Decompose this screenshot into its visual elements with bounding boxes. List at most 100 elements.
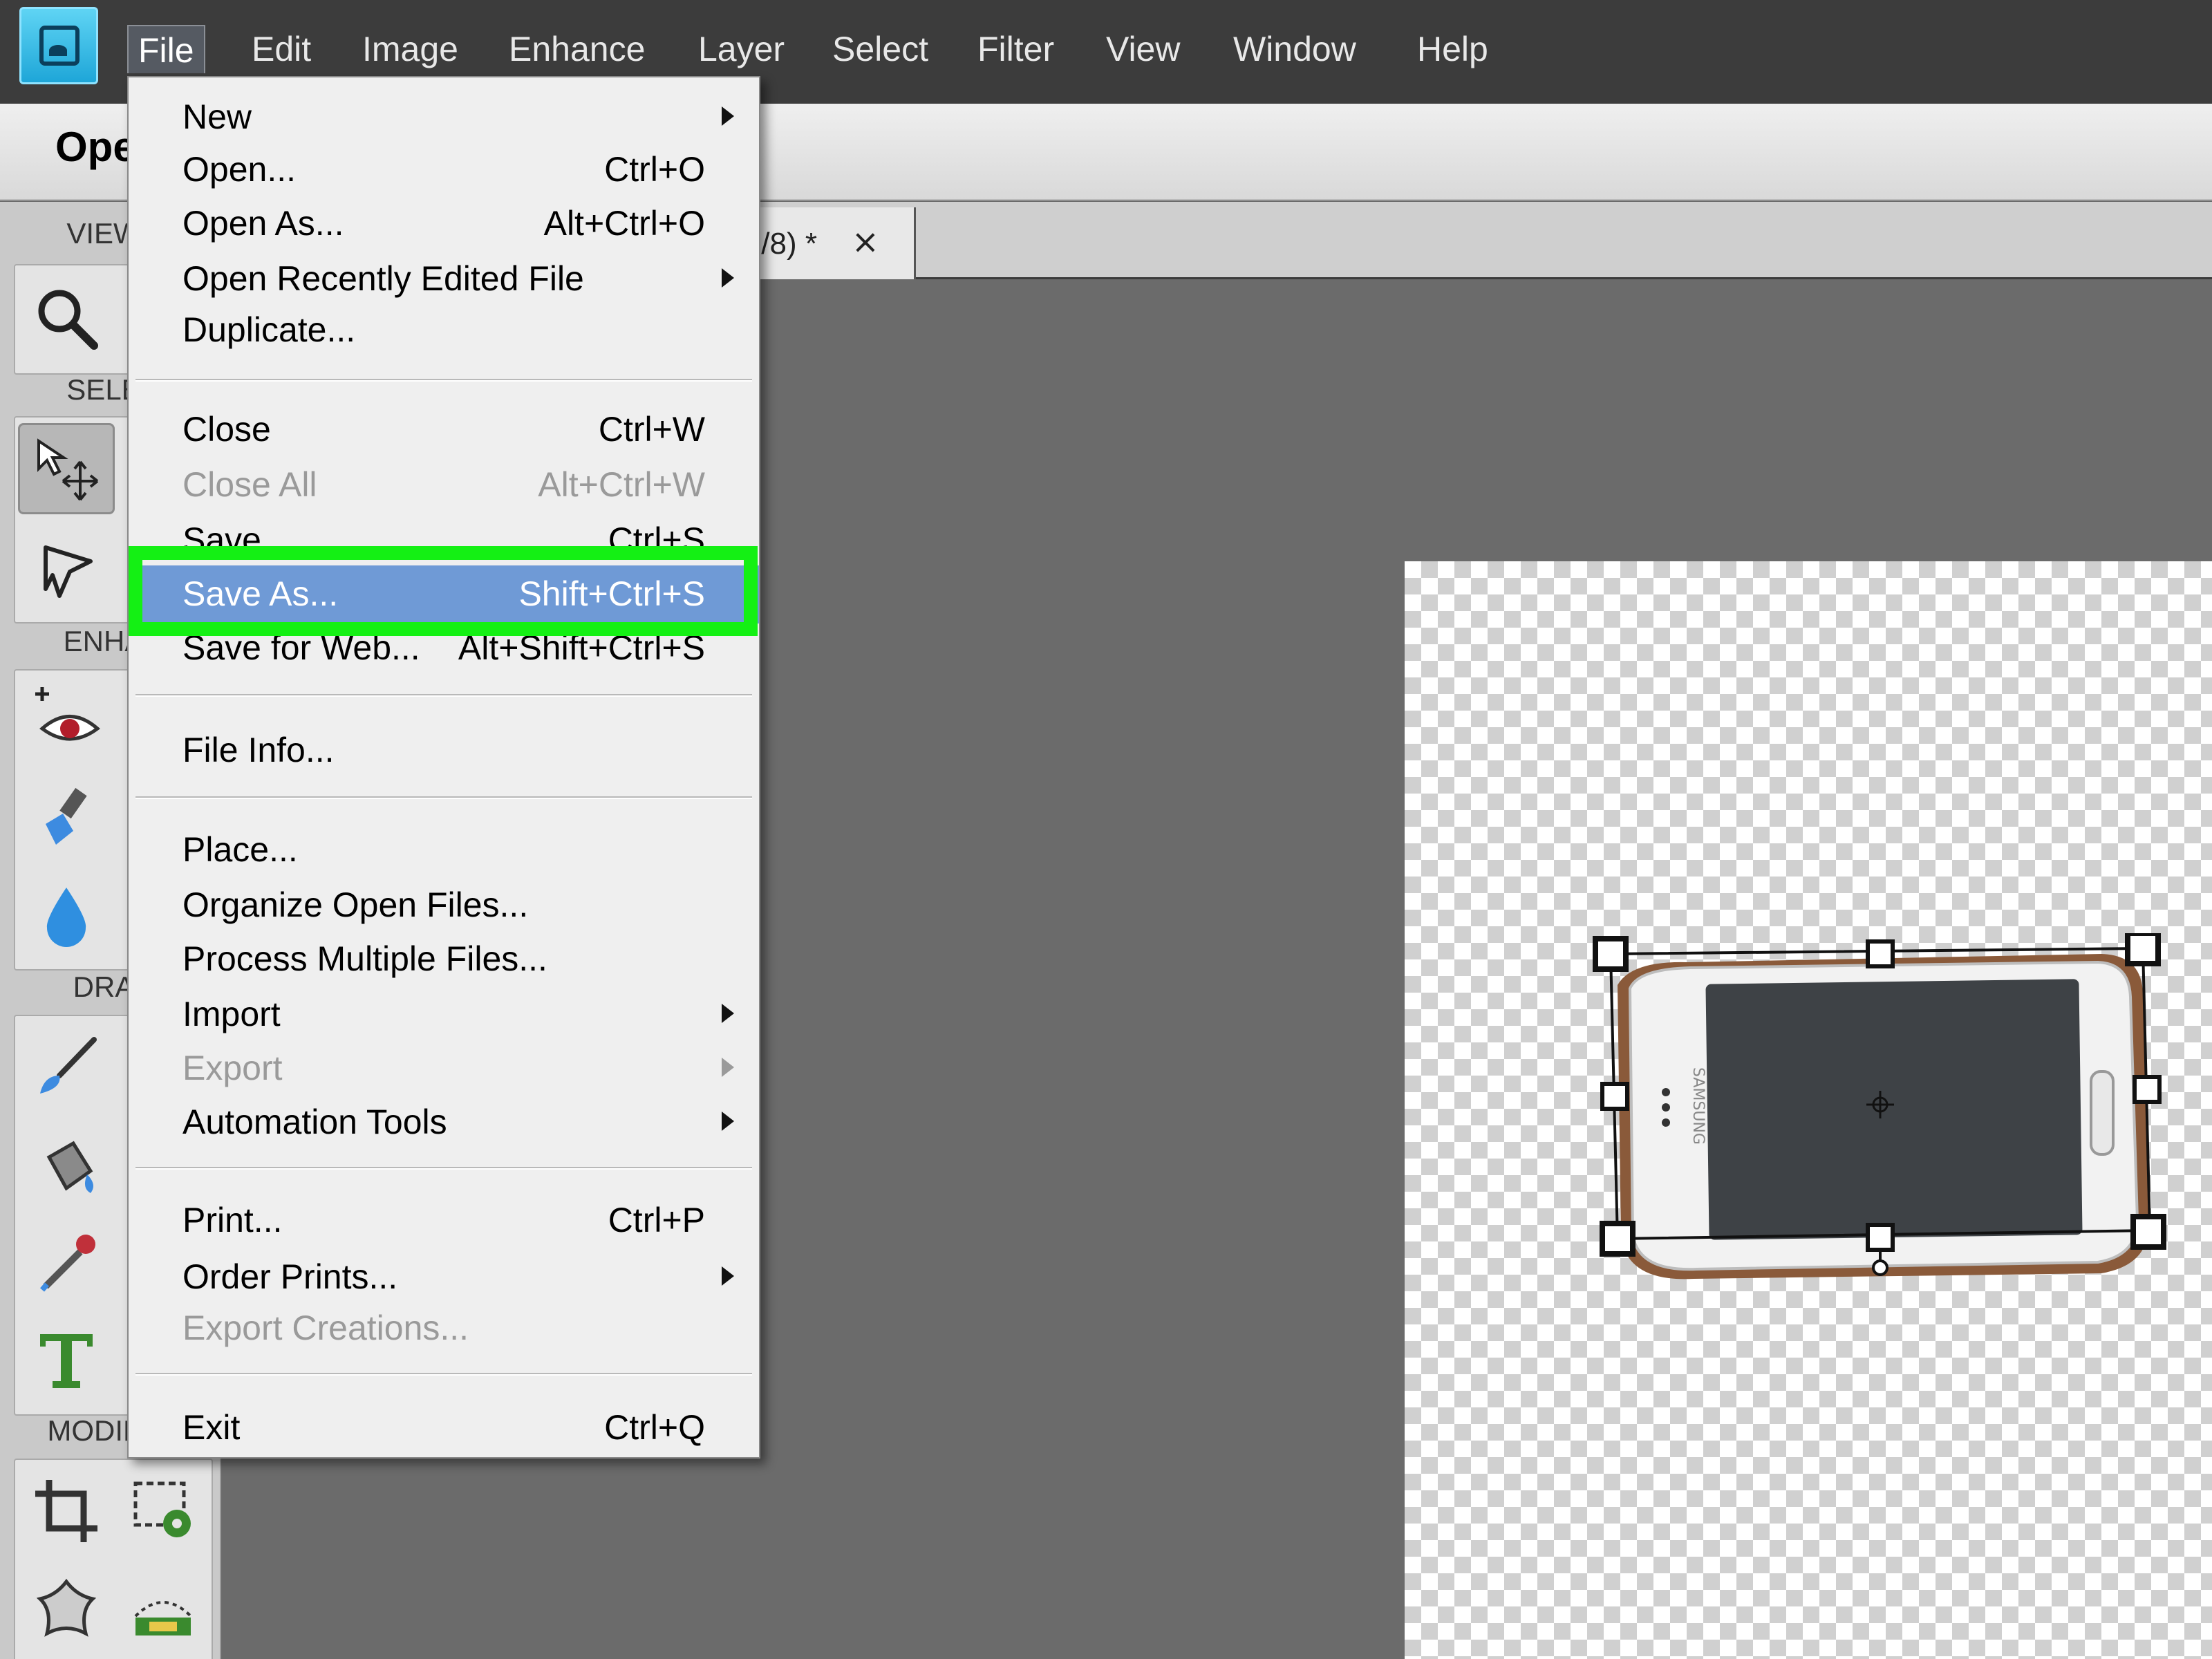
menu-item-label: Import	[182, 995, 281, 1033]
menu-item-open-as[interactable]: Open As... Alt+Ctrl+O	[129, 196, 759, 250]
rotate-handle[interactable]	[1872, 1259, 1888, 1276]
menu-item-shortcut: Ctrl+Q	[604, 1408, 705, 1447]
spot-healing-tool[interactable]	[18, 771, 115, 863]
menu-item-label: Export Creations...	[182, 1309, 469, 1347]
brush-icon	[46, 787, 87, 845]
crop-icon	[35, 1480, 97, 1542]
menu-item-new[interactable]: New	[129, 90, 759, 144]
menu-item-organize-open-files[interactable]: Organize Open Files...	[129, 878, 759, 932]
submenu-arrow-icon	[722, 1004, 734, 1023]
transform-handle-top-left[interactable]	[1593, 936, 1629, 972]
paint-bucket-tool[interactable]	[18, 1118, 115, 1210]
menu-item-shortcut: Ctrl+O	[604, 150, 705, 189]
menu-item-label: Exit	[182, 1408, 241, 1447]
submenu-arrow-icon	[722, 106, 734, 126]
submenu-arrow-icon	[722, 268, 734, 288]
menu-separator	[135, 694, 752, 697]
menu-item-order-prints[interactable]: Order Prints...	[129, 1250, 759, 1304]
move-icon	[37, 438, 99, 501]
transform-handle-top-right[interactable]	[2125, 933, 2161, 966]
app-logo-icon[interactable]	[19, 7, 98, 84]
menu-item-shortcut: Ctrl+P	[608, 1201, 705, 1239]
menu-item-close-all: Close All Alt+Ctrl+W	[129, 458, 759, 512]
menu-item-process-multiple-files[interactable]: Process Multiple Files...	[129, 932, 759, 986]
menu-item-label: Order Prints...	[182, 1257, 398, 1296]
menu-item-label: Automation Tools	[182, 1103, 447, 1141]
menu-item-exit[interactable]: Exit Ctrl+Q	[129, 1400, 759, 1454]
options-bar-title: Ope	[55, 124, 136, 170]
move-tool[interactable]	[18, 423, 115, 514]
menu-item-place[interactable]: Place...	[129, 823, 759, 877]
menu-item-label: Process Multiple Files...	[182, 939, 547, 978]
transform-handle-bottom-right[interactable]	[2130, 1214, 2166, 1250]
menu-item-print[interactable]: Print... Ctrl+P	[129, 1193, 759, 1247]
lasso-icon	[44, 545, 93, 598]
menu-file[interactable]: File	[127, 25, 205, 73]
cookie-cutter-tool[interactable]	[18, 1564, 115, 1655]
menu-enhance[interactable]: Enhance	[499, 25, 655, 73]
zoom-icon	[38, 290, 98, 350]
menu-item-automation-tools[interactable]: Automation Tools	[129, 1095, 759, 1149]
paintbrush-icon	[40, 1037, 97, 1094]
crop-tool[interactable]	[18, 1465, 115, 1557]
menu-view[interactable]: View	[1096, 25, 1190, 73]
menu-item-label: Close All	[182, 465, 317, 504]
blur-tool[interactable]	[18, 870, 115, 961]
submenu-arrow-icon	[722, 1266, 734, 1286]
menu-item-label: Organize Open Files...	[182, 885, 529, 924]
straighten-icon	[134, 1601, 192, 1635]
phone-brand-text: SAMSUNG	[1689, 1067, 1707, 1145]
menu-item-shortcut: Alt+Ctrl+O	[543, 204, 705, 243]
menu-item-export: Export	[129, 1041, 759, 1095]
paint-bucket-icon	[46, 1141, 93, 1193]
menu-select[interactable]: Select	[823, 25, 938, 73]
recompose-tool[interactable]	[115, 1465, 212, 1557]
toolbox-group-modify	[14, 1459, 213, 1659]
recompose-icon	[133, 1481, 191, 1537]
red-eye-tool[interactable]	[18, 676, 115, 767]
submenu-arrow-icon	[722, 1058, 734, 1077]
menu-item-label: Close	[182, 410, 271, 449]
transform-handle-top[interactable]	[1866, 939, 1895, 968]
menu-separator	[135, 796, 752, 799]
transform-handle-left[interactable]	[1600, 1082, 1629, 1111]
close-icon[interactable]: ×	[852, 223, 879, 261]
menu-help[interactable]: Help	[1407, 25, 1498, 73]
straighten-tool[interactable]	[115, 1564, 212, 1655]
menu-item-close[interactable]: Close Ctrl+W	[129, 402, 759, 456]
eyedropper-tool[interactable]	[18, 1217, 115, 1308]
transform-handle-right[interactable]	[2133, 1075, 2162, 1104]
menu-item-label: New	[182, 97, 252, 136]
zoom-tool[interactable]	[18, 272, 115, 364]
paintbrush-tool[interactable]	[18, 1022, 115, 1113]
menu-layer[interactable]: Layer	[688, 25, 794, 73]
submenu-arrow-icon	[722, 1112, 734, 1131]
selected-layer-object[interactable]: SAMSUNG	[1590, 933, 2184, 1320]
menu-window[interactable]: Window	[1224, 25, 1366, 73]
menu-item-label: Open Recently Edited File	[182, 259, 584, 298]
file-menu-dropdown: New Open... Ctrl+O Open As... Alt+Ctrl+O…	[127, 76, 760, 1459]
menu-separator	[135, 1373, 752, 1376]
menu-item-label: Open As...	[182, 204, 344, 243]
menu-item-open[interactable]: Open... Ctrl+O	[129, 142, 759, 196]
red-eye-icon	[35, 687, 100, 741]
menu-item-label: Place...	[182, 830, 298, 869]
eyedropper-icon	[39, 1235, 95, 1292]
menu-item-label: Duplicate...	[182, 310, 356, 349]
menu-item-file-info[interactable]: File Info...	[129, 723, 759, 777]
menu-filter[interactable]: Filter	[968, 25, 1064, 73]
menu-item-import[interactable]: Import	[129, 987, 759, 1041]
menu-item-label: Print...	[182, 1201, 283, 1239]
menu-item-open-recently-edited[interactable]: Open Recently Edited File	[129, 252, 759, 306]
transform-handle-bottom-left[interactable]	[1600, 1221, 1635, 1257]
menu-item-duplicate[interactable]: Duplicate...	[129, 303, 759, 357]
type-tool[interactable]	[18, 1315, 115, 1406]
blur-icon	[46, 888, 86, 947]
menu-item-shortcut: Alt+Ctrl+W	[538, 465, 705, 504]
menu-separator	[135, 379, 752, 382]
transform-handle-bottom[interactable]	[1866, 1223, 1895, 1252]
cookie-cutter-icon	[36, 1578, 97, 1637]
menu-edit[interactable]: Edit	[242, 25, 321, 73]
lasso-tool[interactable]	[18, 523, 115, 614]
menu-image[interactable]: Image	[353, 25, 468, 73]
